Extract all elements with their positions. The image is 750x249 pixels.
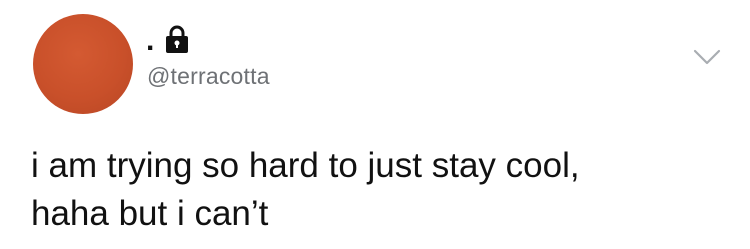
lock-icon <box>164 24 190 54</box>
tweet-text-line: i am trying so hard to just stay cool, <box>31 146 580 185</box>
tweet-text-line: haha but i can’t <box>31 194 269 233</box>
author-name-row: . <box>146 20 190 56</box>
chevron-down-icon[interactable] <box>692 46 722 68</box>
avatar[interactable] <box>33 14 133 114</box>
author-display-name[interactable]: . <box>146 26 154 56</box>
author-handle[interactable]: @terracotta <box>147 62 270 90</box>
tweet-text: i am trying so hard to just stay cool, h… <box>31 142 731 238</box>
